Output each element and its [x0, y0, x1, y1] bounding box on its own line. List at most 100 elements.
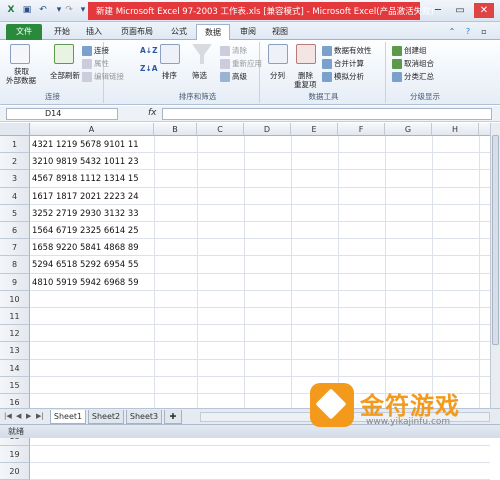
- workbook-minimize-icon[interactable]: ▫: [478, 24, 490, 40]
- tab-home[interactable]: 开始: [48, 24, 76, 40]
- vertical-scrollbar[interactable]: [490, 123, 500, 408]
- row-header[interactable]: 1: [0, 136, 30, 154]
- insert-sheet-icon[interactable]: ✚: [164, 410, 182, 424]
- vertical-scroll-thumb[interactable]: [492, 135, 499, 345]
- row-header[interactable]: 8: [0, 256, 30, 274]
- group-label-connections: 连接: [45, 92, 60, 101]
- filter-button[interactable]: 筛选: [192, 70, 207, 81]
- select-all-corner[interactable]: [0, 123, 30, 136]
- sort-button[interactable]: 排序: [162, 70, 177, 81]
- row-header[interactable]: 12: [0, 325, 30, 343]
- formula-input[interactable]: [162, 108, 492, 120]
- minimize-button[interactable]: ─: [428, 3, 448, 18]
- column-header-b[interactable]: B: [154, 123, 197, 136]
- refresh-all-button[interactable]: 全部刷新: [50, 70, 80, 81]
- row-header[interactable]: 5: [0, 204, 30, 222]
- cell-a[interactable]: 1564 6719 2325 6614 25: [30, 222, 139, 239]
- cell-a[interactable]: 1658 9220 5841 4868 89: [30, 239, 139, 256]
- row-gridline: [30, 461, 490, 463]
- column-header-h[interactable]: H: [432, 123, 479, 136]
- tab-page-layout[interactable]: 页面布局: [114, 24, 160, 40]
- last-sheet-icon[interactable]: ▶|: [36, 412, 44, 420]
- row-header[interactable]: 11: [0, 308, 30, 326]
- reapply-button[interactable]: 重新应用: [220, 58, 262, 69]
- row-header[interactable]: 7: [0, 239, 30, 257]
- close-button[interactable]: ✕: [474, 3, 494, 18]
- text-to-columns-button[interactable]: 分列: [270, 70, 285, 81]
- ungroup-button[interactable]: 取消组合: [392, 58, 434, 69]
- sheet-tab-sheet3[interactable]: Sheet3: [126, 410, 162, 424]
- cell-a[interactable]: 3252 2719 2930 3132 33: [30, 205, 139, 222]
- sort-ascending-button[interactable]: A↓Z: [140, 46, 158, 55]
- connections-button[interactable]: 连接: [82, 45, 109, 56]
- what-if-analysis-button[interactable]: 模拟分析: [322, 71, 364, 82]
- column-header-f[interactable]: F: [338, 123, 385, 136]
- ungroup-icon: [392, 59, 402, 69]
- data-validation-button[interactable]: 数据有效性: [322, 45, 372, 56]
- column-header-e[interactable]: E: [291, 123, 338, 136]
- get-external-data-label2[interactable]: 外部数据: [6, 75, 36, 86]
- row-header[interactable]: 13: [0, 342, 30, 360]
- row-header[interactable]: 3: [0, 170, 30, 188]
- row-header[interactable]: 4: [0, 187, 30, 205]
- sort-descending-button[interactable]: Z↓A: [140, 64, 158, 73]
- row-header[interactable]: 6: [0, 222, 30, 240]
- cell-a[interactable]: 4567 8918 1112 1314 15: [30, 170, 139, 187]
- filter-icon: [192, 44, 212, 64]
- next-sheet-icon[interactable]: ▶: [26, 412, 31, 420]
- column-header-a[interactable]: A: [30, 123, 154, 136]
- undo-icon[interactable]: ↶: [36, 4, 50, 17]
- cell-a[interactable]: 5294 6518 5292 6954 55: [30, 256, 139, 273]
- advanced-button[interactable]: 高级: [220, 71, 247, 82]
- fx-icon[interactable]: fx: [148, 108, 157, 118]
- consolidate-button[interactable]: 合并计算: [322, 58, 364, 69]
- group-button[interactable]: 创建组: [392, 45, 427, 56]
- row-header[interactable]: 15: [0, 376, 30, 394]
- group-data-tools: 分列 删除 重复项 数据有效性 合并计算 模拟分析 数据工具: [262, 42, 386, 103]
- prev-sheet-icon[interactable]: ◀: [16, 412, 21, 420]
- minimize-ribbon-icon[interactable]: ⌃: [446, 24, 458, 40]
- cell-a[interactable]: 4321 1219 5678 9101 11: [30, 136, 139, 153]
- sheet-tab-sheet1[interactable]: Sheet1: [50, 410, 86, 424]
- tab-insert[interactable]: 插入: [80, 24, 108, 40]
- row-header[interactable]: 20: [0, 462, 30, 480]
- redo-icon[interactable]: ↷: [62, 4, 76, 17]
- name-box[interactable]: D14: [6, 108, 118, 120]
- row-header[interactable]: 14: [0, 359, 30, 377]
- worksheet-grid[interactable]: A B C D E F G H 1 4321 1219 5678 9101 11 2…: [0, 123, 490, 480]
- tab-file[interactable]: 文件: [6, 24, 42, 40]
- tab-data[interactable]: 数据: [196, 24, 230, 41]
- save-icon[interactable]: ▣: [20, 4, 34, 17]
- advanced-icon: [220, 72, 230, 82]
- column-header-overflow: [479, 123, 490, 136]
- watermark-logo-icon: [310, 383, 354, 427]
- row-header[interactable]: 9: [0, 273, 30, 291]
- clear-button[interactable]: 清除: [220, 45, 247, 56]
- row-header[interactable]: 2: [0, 153, 30, 171]
- properties-button[interactable]: 属性: [82, 58, 109, 69]
- tab-formulas[interactable]: 公式: [164, 24, 194, 40]
- column-header-g[interactable]: G: [385, 123, 432, 136]
- tab-review[interactable]: 审阅: [234, 24, 262, 40]
- row-header[interactable]: 10: [0, 290, 30, 308]
- restore-button[interactable]: ▭: [450, 3, 470, 18]
- cell-a[interactable]: 3210 9819 5432 1011 23: [30, 153, 139, 170]
- refresh-all-icon: [54, 44, 74, 64]
- help-icon[interactable]: ?: [462, 24, 474, 40]
- row-gridline: [30, 444, 490, 446]
- column-header-c[interactable]: C: [197, 123, 244, 136]
- cell-a[interactable]: 4810 5919 5942 6968 59: [30, 274, 139, 291]
- first-sheet-icon[interactable]: |◀: [4, 412, 12, 420]
- column-header-d[interactable]: D: [244, 123, 291, 136]
- tab-view[interactable]: 视图: [266, 24, 294, 40]
- remove-duplicates-label2[interactable]: 重复项: [294, 79, 317, 90]
- watermark: 金符游戏 www.yikajinfu.com: [300, 383, 500, 438]
- cell-a[interactable]: 1617 1817 2021 2223 24: [30, 188, 139, 205]
- watermark-name: 金符游戏: [360, 392, 460, 420]
- subtotal-button[interactable]: 分类汇总: [392, 71, 434, 82]
- edit-links-label: 编辑链接: [94, 72, 124, 81]
- edit-links-button[interactable]: 编辑链接: [82, 71, 124, 82]
- sheet-tab-sheet2[interactable]: Sheet2: [88, 410, 124, 424]
- row-header[interactable]: 19: [0, 445, 30, 463]
- title-bar: X ▣ ↶ ▾ ↷ ▾ 新建 Microsoft Excel 97-2003 工…: [0, 0, 500, 22]
